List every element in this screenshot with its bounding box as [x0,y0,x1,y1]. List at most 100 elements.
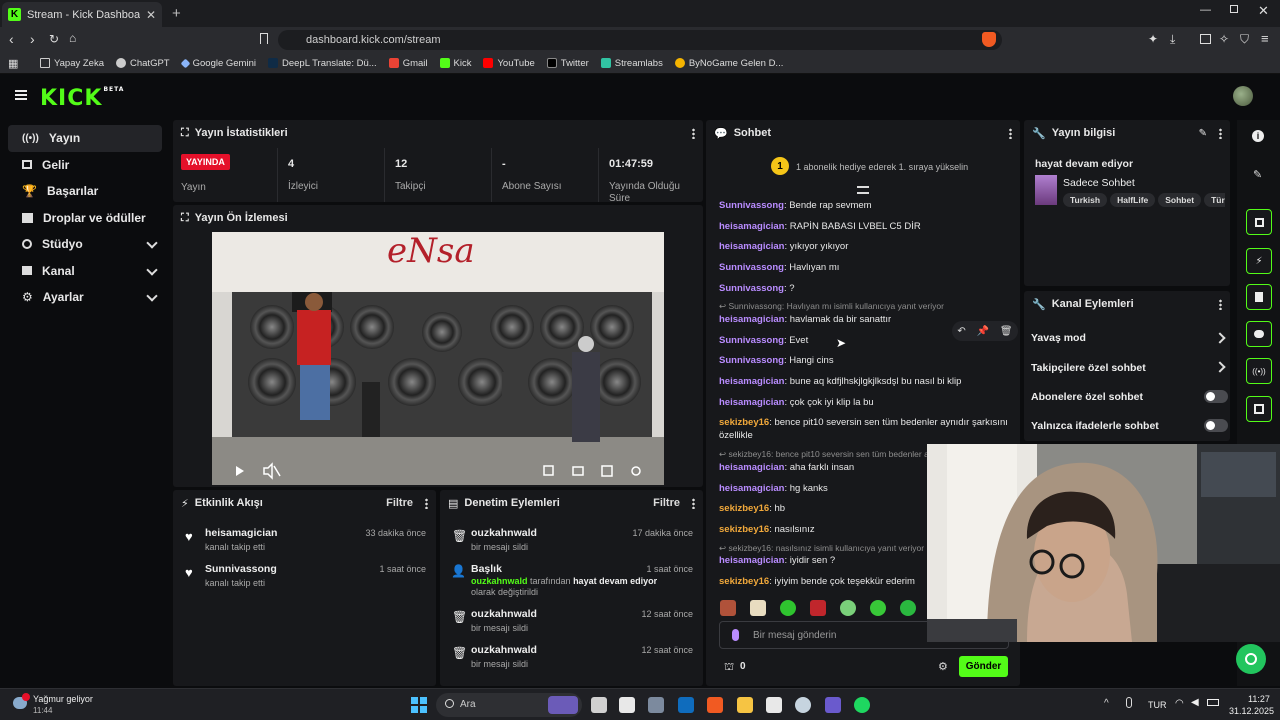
emote-icon[interactable] [870,600,886,616]
bookmark[interactable]: Google Gemini [180,58,256,69]
tag[interactable]: Türkç [1204,193,1225,207]
chat-message[interactable]: heisamagician: çok çok iyi klip la bu [719,396,1009,409]
bookmark[interactable]: Gmail [388,58,428,69]
sidebar-item-basarilar[interactable]: 🏆 Başarılar [8,178,162,205]
pin-icon[interactable]: 📌 [977,326,989,337]
microphone-icon[interactable] [1126,697,1132,708]
more-options-icon[interactable] [1219,298,1222,310]
bookmark[interactable]: YouTube [483,58,535,69]
more-options-icon[interactable] [692,497,695,509]
followers-only-option[interactable]: Takipçilere özel sohbet [1031,362,1146,374]
sidebar-item-kanal[interactable]: Kanal [8,258,162,285]
taskbar-search[interactable]: Ara [436,693,582,717]
activity-filter-button[interactable]: Filtre [386,497,413,509]
moderation-filter-button[interactable]: Filtre [653,497,680,509]
rail-button-broadcast[interactable]: ((•)) [1246,358,1272,384]
minimize-icon[interactable]: — [1200,4,1211,16]
support-chat-button[interactable] [1236,644,1266,674]
sidebar-item-droplar[interactable]: Droplar ve ödüller [8,205,162,232]
info-icon[interactable]: i [1252,130,1264,142]
more-options-icon[interactable] [1219,127,1222,139]
extensions-icon[interactable]: ✦ [1148,32,1158,46]
bookmark[interactable]: DeepL Translate: Dü... [267,58,377,69]
emote-icon[interactable] [750,600,766,616]
menu-icon[interactable]: ≡ [1261,31,1269,46]
emote-only-toggle[interactable] [1204,419,1228,432]
more-options-icon[interactable] [425,497,428,509]
emote-icon[interactable] [810,600,826,616]
file-explorer-icon[interactable] [737,697,753,713]
chat-message[interactable]: heisamagician: yıkıyor yıkıyor [719,240,1009,253]
weather-text[interactable]: Yağmur geliyor [33,694,93,704]
slow-mode-option[interactable]: Yavaş mod [1031,332,1086,344]
microsoft-store-icon[interactable] [766,697,782,713]
brave-shield-icon[interactable] [982,32,996,47]
sidebar-item-gelir[interactable]: Gelir [8,152,162,179]
reply-icon[interactable]: ↶ [957,326,965,337]
language-indicator[interactable]: TUR [1148,700,1167,710]
rail-button-chat[interactable] [1246,321,1272,347]
delete-icon[interactable]: 🗑 [1000,326,1013,337]
tray-chevron-icon[interactable]: ^ [1104,698,1109,709]
volume-icon[interactable]: ◀ [1191,697,1199,708]
sidebar-item-ayarlar[interactable]: ⚙ Ayarlar [8,284,162,311]
sidebar-item-studyo[interactable]: Stüdyo [8,231,162,258]
battery-icon[interactable] [1207,699,1219,706]
home-icon[interactable]: ⌂ [69,31,76,45]
maximize-icon[interactable] [1230,5,1238,13]
rail-button-layout[interactable] [1246,396,1272,422]
tag[interactable]: HalfLife [1110,193,1156,207]
bookmark[interactable]: Kick [439,58,471,69]
chat-message[interactable]: Sunnivassong: Havlıyan mı [719,261,1009,274]
clock-time[interactable]: 11:27 [1248,694,1270,704]
pinned-toggle-icon[interactable] [857,186,869,194]
close-window-icon[interactable]: ✕ [1258,3,1269,19]
chat-message[interactable]: heisamagician: RAPİN BABASI LVBEL C5 DİR [719,220,1009,233]
vpn-icon[interactable]: ⛉ [1240,32,1249,47]
category-name[interactable]: Sadece Sohbet [1063,177,1135,189]
chat-message[interactable]: Sunnivassong: ? [719,282,1009,295]
back-icon[interactable]: ‹ [9,31,14,47]
download-icon[interactable]: ⤓ [1170,32,1175,47]
chat-message[interactable]: sekizbey16: bence pit10 seversin sen tüm… [719,416,1009,442]
taskbar-app-icon[interactable] [825,697,841,713]
leo-ai-icon[interactable]: ✧ [1219,32,1229,46]
bookmark-folder[interactable]: Yapay Zeka [40,58,104,69]
bookmark[interactable]: ChatGPT [116,58,170,69]
kick-logo[interactable]: KICKBETA [40,86,124,111]
microphone-icon[interactable] [732,629,739,641]
points-icon[interactable]: ⛫ [724,661,734,675]
user-avatar[interactable] [1233,86,1253,106]
rail-button-clipboard[interactable] [1246,284,1272,310]
task-view-icon[interactable] [591,697,607,713]
rail-button-camera[interactable] [1246,209,1272,235]
chat-message[interactable]: Sunnivassong: Bende rap sevmem [719,199,1009,212]
chat-message[interactable]: Sunnivassong: Hangi cins [719,354,1009,367]
bookmark[interactable]: Twitter [546,58,589,69]
taskbar-app-icon[interactable] [619,697,635,713]
reload-icon[interactable]: ↻ [49,32,59,46]
chat-settings-icon[interactable]: ⚙ [938,660,948,673]
address-bar[interactable]: dashboard.kick.com/stream [278,30,1002,50]
wifi-icon[interactable]: ◠ [1175,698,1184,709]
clock-date[interactable]: 31.12.2025 [1229,706,1274,716]
subscribers-only-toggle[interactable] [1204,390,1228,403]
hamburger-menu-icon[interactable] [15,90,27,100]
tag[interactable]: Turkish [1063,193,1108,207]
rail-button-bolt[interactable]: ⚡ [1246,248,1272,274]
more-options-icon[interactable] [692,127,695,139]
forward-icon[interactable]: › [30,31,35,47]
brave-browser-icon[interactable] [707,697,723,713]
apps-grid-icon[interactable]: ▦ [8,57,18,70]
emote-icon[interactable] [780,600,796,616]
outlook-icon[interactable] [678,697,694,713]
chat-message[interactable]: heisamagician: bune aq kdfjlhskjlgkjlksd… [719,375,1009,388]
sidebar-item-yayin[interactable]: ((•)) Yayın [8,125,162,152]
calculator-icon[interactable] [648,697,664,713]
more-options-icon[interactable] [1009,127,1012,139]
windows-start-icon[interactable] [411,697,427,713]
edit-icon[interactable]: ✎ [1199,128,1207,139]
send-button[interactable]: Gönder [959,656,1008,677]
sidebar-toggle-icon[interactable] [1200,34,1211,44]
close-tab-icon[interactable]: ✕ [146,8,156,22]
